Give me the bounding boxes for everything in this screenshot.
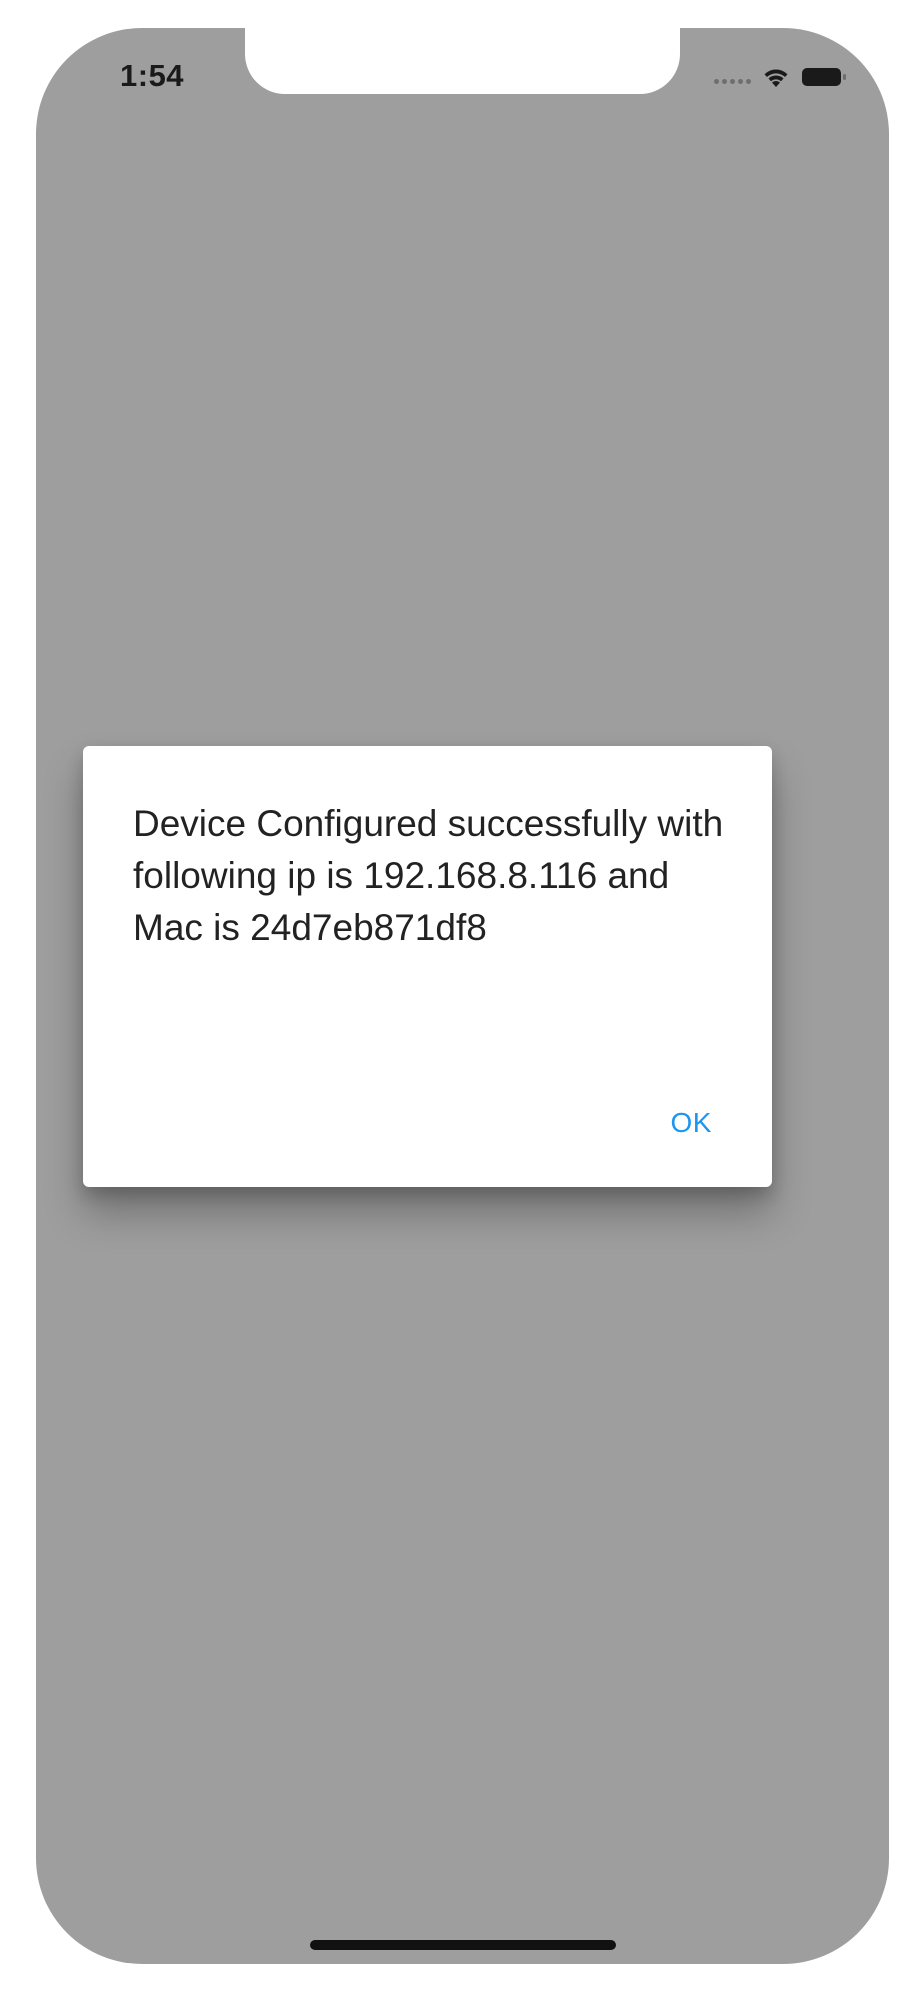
battery-icon xyxy=(802,68,846,86)
status-time: 1:54 xyxy=(120,58,185,93)
dialog-message: Device Configured successfully with foll… xyxy=(133,803,724,948)
alert-dialog: Device Configured successfully with foll… xyxy=(83,746,772,1187)
signal-dots-icon xyxy=(714,78,751,84)
status-icons xyxy=(714,62,847,92)
wifi-icon xyxy=(764,69,788,87)
device-notch xyxy=(245,28,680,94)
home-indicator[interactable] xyxy=(310,1940,616,1950)
dialog-actions: OK xyxy=(671,1107,712,1139)
ok-button[interactable]: OK xyxy=(671,1107,712,1139)
